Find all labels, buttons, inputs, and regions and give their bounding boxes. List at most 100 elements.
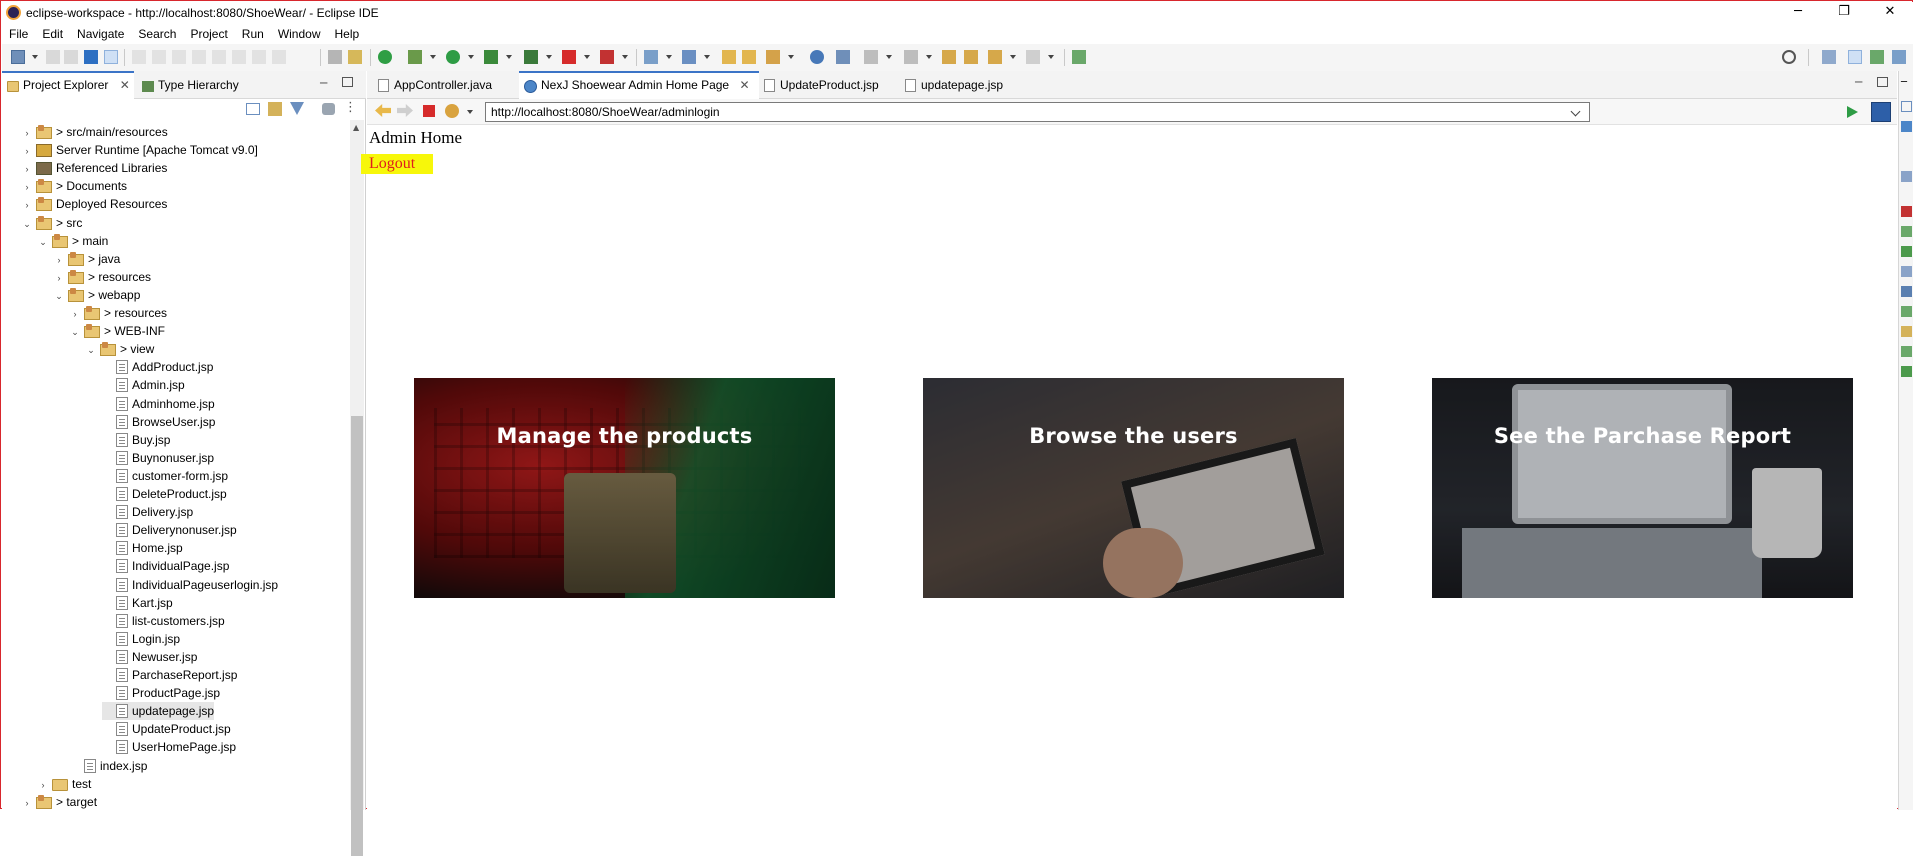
tree-item[interactable]: Kart.jsp [102,594,173,612]
refresh-dropdown-icon[interactable] [467,110,473,114]
tree-item[interactable]: Newuser.jsp [102,648,197,666]
save-all-icon[interactable] [64,50,78,64]
menu-search[interactable]: Search [131,24,183,44]
browser-globe-icon[interactable] [810,50,824,64]
expanded-chevron-icon[interactable]: ⌄ [86,341,96,359]
java-ee-perspective-icon[interactable] [1848,50,1862,64]
tree-item[interactable]: Buy.jsp [102,431,170,449]
expanded-chevron-icon[interactable]: ⌄ [38,233,48,251]
stop-icon[interactable] [423,105,435,117]
tree-item[interactable]: ⌄ > src [22,214,82,232]
minimize-icon[interactable]: ─ [1901,77,1912,88]
tree-item[interactable]: Adminhome.jsp [102,395,215,413]
tree-item[interactable]: ⌄ > webapp [54,286,140,304]
collapsed-chevron-icon[interactable]: › [70,305,80,323]
new-dropdown-icon[interactable] [32,55,38,59]
collapsed-chevron-icon[interactable]: › [38,776,48,794]
expanded-chevron-icon[interactable]: ⌄ [70,323,80,341]
open-perspective-icon[interactable] [1822,50,1836,64]
logout-link[interactable]: Logout [361,154,433,174]
tree-item[interactable]: › > target [22,793,97,810]
toggle-breadcrumb-icon[interactable] [104,50,118,64]
open-folder-icon[interactable] [722,50,736,64]
tree-item[interactable]: IndividualPageuserlogin.jsp [102,576,278,594]
back-icon[interactable] [375,104,391,117]
tree-item[interactable]: ⌄ > view [86,340,154,358]
snippets-icon[interactable] [1901,266,1912,277]
prev-annotation-dropdown-icon[interactable] [926,55,932,59]
step-into-icon[interactable] [232,50,246,64]
resume-icon[interactable] [152,50,166,64]
open-type-icon[interactable] [328,50,342,64]
profile-dropdown-icon[interactable] [622,55,628,59]
server-start-icon[interactable] [378,50,392,64]
close-button[interactable]: ✕ [1867,2,1913,24]
junit-icon[interactable] [1901,346,1912,357]
coverage-icon[interactable] [484,50,498,64]
save-icon[interactable] [46,50,60,64]
step-return-icon[interactable] [272,50,286,64]
menu-project[interactable]: Project [183,24,234,44]
collapsed-chevron-icon[interactable]: › [54,269,64,287]
back-icon[interactable] [988,50,1002,64]
tree-item[interactable]: Buynonuser.jsp [102,449,214,467]
tree-item[interactable]: AddProduct.jsp [102,358,213,376]
tree-item[interactable]: Admin.jsp [102,376,185,394]
menu-window[interactable]: Window [271,24,328,44]
tree-item[interactable]: › > src/main/resources [22,123,168,141]
view-menu-icon[interactable]: ⋮ [344,100,357,115]
open-task-icon[interactable] [348,50,362,64]
new-icon[interactable] [11,50,25,64]
close-tab-icon[interactable]: ✕ [739,78,749,92]
tree-item[interactable]: ⌄ > main [38,232,108,250]
tree-item[interactable]: › > java [54,250,120,268]
annotation-icon[interactable] [836,50,850,64]
java-perspective-icon[interactable] [1892,50,1906,64]
debug-perspective-icon[interactable] [1870,50,1884,64]
collapsed-chevron-icon[interactable]: › [54,251,64,269]
maximize-view-icon[interactable] [342,77,353,87]
filter-icon[interactable] [290,102,304,115]
menu-edit[interactable]: Edit [35,24,70,44]
close-tab-icon[interactable]: ✕ [120,78,130,92]
tab-appcontroller[interactable]: AppController.java [372,71,518,99]
collapsed-chevron-icon[interactable]: › [22,124,32,142]
suspend-icon[interactable] [172,50,186,64]
tree-item[interactable]: Deliverynonuser.jsp [102,521,237,539]
tree-item[interactable]: index.jsp [70,757,147,775]
coverage-dropdown-icon[interactable] [506,55,512,59]
servers-icon[interactable] [1901,226,1912,237]
tree-item[interactable]: IndividualPage.jsp [102,557,229,575]
pin-editor-icon[interactable] [1072,50,1086,64]
tree-item[interactable]: ProductPage.jsp [102,684,220,702]
expanded-chevron-icon[interactable]: ⌄ [22,215,32,233]
url-input[interactable]: http://localhost:8080/ShoeWear/adminlogi… [485,102,1590,122]
run-dropdown-icon[interactable] [468,55,474,59]
maximize-button[interactable]: ❐ [1821,2,1867,24]
minimize-editor-icon[interactable]: ─ [1855,75,1862,89]
collapsed-chevron-icon[interactable]: › [22,178,32,196]
step-over-icon[interactable] [252,50,266,64]
problems-icon[interactable] [1901,171,1912,182]
last-edit-icon[interactable] [942,50,956,64]
expanded-chevron-icon[interactable]: ⌄ [54,287,64,305]
next-annotation-dropdown-icon[interactable] [886,55,892,59]
collapsed-chevron-icon[interactable]: › [22,160,32,178]
menu-navigate[interactable]: Navigate [70,24,131,44]
collapsed-chevron-icon[interactable]: › [22,142,32,160]
menu-help[interactable]: Help [328,24,367,44]
tree-item[interactable]: UpdateProduct.jsp [102,720,231,738]
debug-icon[interactable] [408,50,422,64]
tree-item[interactable]: Login.jsp [102,630,180,648]
run-icon[interactable] [446,50,460,64]
skip-breakpoints-icon[interactable] [132,50,146,64]
forward-icon[interactable] [1026,50,1040,64]
profile-icon[interactable] [600,50,614,64]
tree-item[interactable]: › Deployed Resources [22,195,167,213]
search-view-icon[interactable] [1901,326,1912,337]
collapsed-chevron-icon[interactable]: › [22,794,32,810]
manage-products-card[interactable]: Manage the products [414,378,835,598]
menu-run[interactable]: Run [235,24,271,44]
tree-item[interactable]: Delivery.jsp [102,503,193,521]
open-external-browser-icon[interactable] [1871,102,1891,122]
